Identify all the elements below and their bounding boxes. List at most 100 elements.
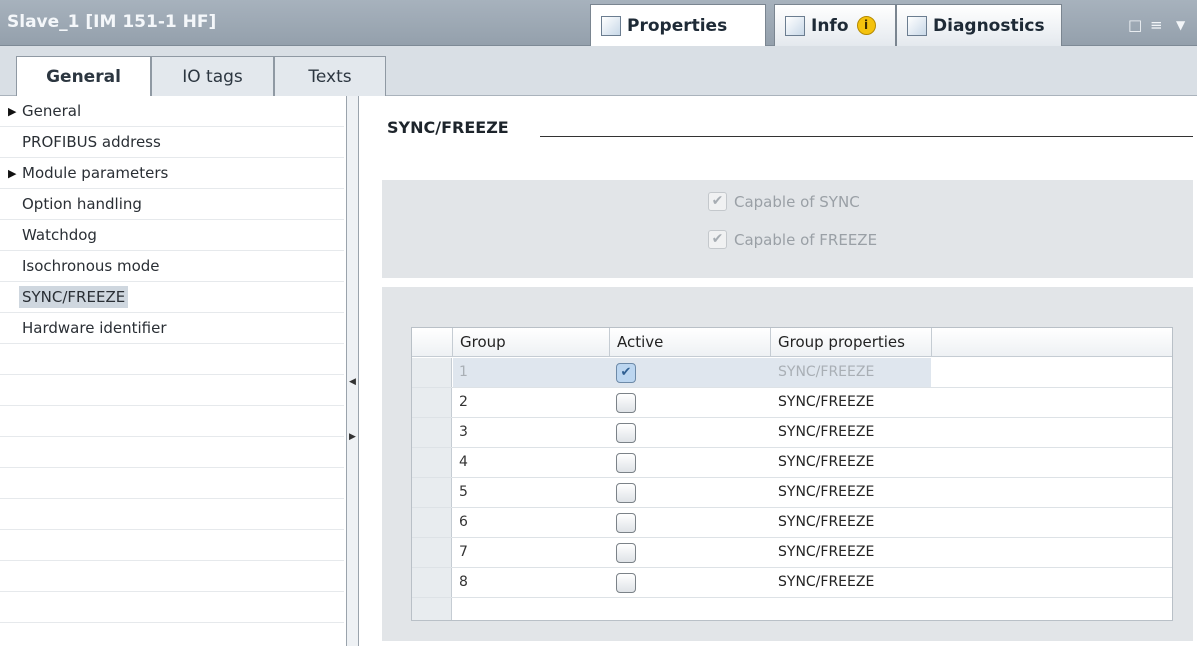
info-icon	[785, 15, 805, 36]
row-header[interactable]	[412, 568, 452, 597]
row-header[interactable]	[412, 418, 452, 447]
row-header[interactable]	[412, 598, 452, 620]
nav-item-isochronous-mode[interactable]: Isochronous mode	[0, 251, 344, 282]
cell-group-properties: SYNC/FREEZE	[778, 454, 875, 470]
column-header-active[interactable]: Active	[610, 328, 771, 357]
nav-empty-row	[0, 561, 344, 592]
expand-icon[interactable]: ▶	[8, 167, 22, 180]
cell-group: 8	[459, 574, 468, 590]
nav-item-sync-freeze[interactable]: SYNC/FREEZE	[0, 282, 344, 313]
table-row[interactable]: 8 SYNC/FREEZE	[412, 568, 1172, 598]
menu-icon[interactable]: ≡	[1150, 16, 1163, 34]
properties-icon	[601, 15, 621, 36]
expand-icon[interactable]: ▶	[8, 105, 22, 118]
table-row[interactable]: 6 SYNC/FREEZE	[412, 508, 1172, 538]
section-title: SYNC/FREEZE	[387, 118, 509, 137]
window-title: Slave_1 [IM 151-1 HF]	[7, 12, 217, 32]
row-header[interactable]	[412, 448, 452, 477]
nav-item-general[interactable]: ▶ General	[0, 96, 344, 127]
tab-diagnostics[interactable]: Diagnostics	[896, 4, 1062, 46]
nav-item-label: General	[22, 102, 82, 120]
table-row[interactable]: 7 SYNC/FREEZE	[412, 538, 1172, 568]
table-row[interactable]: 5 SYNC/FREEZE	[412, 478, 1172, 508]
active-checkbox[interactable]	[616, 393, 636, 413]
tab-properties-label: Properties	[627, 15, 728, 36]
table-row[interactable]: 4 SYNC/FREEZE	[412, 448, 1172, 478]
cell-group: 4	[459, 454, 468, 470]
cell-group-properties: SYNC/FREEZE	[778, 544, 875, 560]
nav-empty-row	[0, 406, 344, 437]
table-row[interactable]: 1 ✔ SYNC/FREEZE	[412, 358, 1172, 388]
active-checkbox[interactable]	[616, 483, 636, 503]
row-header[interactable]	[412, 478, 452, 507]
table-row[interactable]: 2 SYNC/FREEZE	[412, 388, 1172, 418]
row-header[interactable]	[412, 388, 452, 417]
table-row[interactable]: 3 SYNC/FREEZE	[412, 418, 1172, 448]
dropdown-icon[interactable]: ▼	[1176, 18, 1185, 32]
column-header-empty	[932, 328, 1172, 357]
capable-freeze-option: ✔ Capable of FREEZE	[708, 230, 877, 249]
capable-freeze-checkbox: ✔	[708, 230, 727, 249]
tab-diagnostics-label: Diagnostics	[933, 15, 1045, 36]
collapse-left-icon[interactable]: ◀	[349, 377, 356, 387]
nav-item-label: Module parameters	[22, 164, 169, 182]
nav-empty-row	[0, 499, 344, 530]
property-tab-bar: General IO tags Texts	[0, 46, 1197, 97]
nav-item-hardware-identifier[interactable]: Hardware identifier	[0, 313, 344, 344]
sidebar-nav: ▶ General PROFIBUS address ▶ Module para…	[0, 96, 352, 646]
cell-group: 7	[459, 544, 468, 560]
capable-freeze-label: Capable of FREEZE	[734, 230, 878, 249]
nav-item-profibus-address[interactable]: PROFIBUS address	[0, 127, 344, 158]
nav-item-label: Option handling	[22, 195, 142, 213]
cell-group: 2	[459, 394, 468, 410]
active-checkbox[interactable]	[616, 453, 636, 473]
column-header-group[interactable]: Group	[453, 328, 610, 357]
expand-right-icon[interactable]: ▶	[349, 432, 356, 442]
nav-empty-row	[0, 437, 344, 468]
active-checkbox[interactable]	[616, 573, 636, 593]
info-badge-icon: i	[856, 16, 876, 35]
tab-info[interactable]: Info i	[774, 4, 896, 46]
title-bar: Slave_1 [IM 151-1 HF] Properties Info i …	[0, 0, 1197, 46]
diagnostics-icon	[907, 15, 927, 36]
tab-io-tags-label: IO tags	[182, 66, 243, 87]
nav-item-label: PROFIBUS address	[22, 133, 161, 151]
restore-icon[interactable]: □	[1128, 16, 1142, 34]
nav-item-option-handling[interactable]: Option handling	[0, 189, 344, 220]
nav-item-module-parameters[interactable]: ▶ Module parameters	[0, 158, 344, 189]
nav-item-label: Watchdog	[22, 226, 97, 244]
nav-item-label: Hardware identifier	[22, 319, 167, 337]
nav-empty-row	[0, 375, 344, 406]
column-header-group-properties[interactable]: Group properties	[771, 328, 932, 357]
tab-general-label: General	[46, 67, 121, 87]
nav-item-watchdog[interactable]: Watchdog	[0, 220, 344, 251]
tab-properties[interactable]: Properties	[590, 4, 766, 46]
cell-group-properties: SYNC/FREEZE	[778, 394, 875, 410]
tab-io-tags[interactable]: IO tags	[151, 56, 274, 96]
tab-texts-label: Texts	[308, 66, 352, 87]
cell-group-properties: SYNC/FREEZE	[778, 364, 875, 380]
sync-freeze-groups-table: Group Active Group properties 1 ✔ SYNC/F…	[411, 327, 1173, 621]
nav-empty-row	[0, 530, 344, 561]
nav-empty-row	[0, 468, 344, 499]
tab-texts[interactable]: Texts	[274, 56, 386, 96]
cell-group: 3	[459, 424, 468, 440]
cell-group: 5	[459, 484, 468, 500]
row-header[interactable]	[412, 508, 452, 537]
cell-group-properties: SYNC/FREEZE	[778, 424, 875, 440]
active-checkbox[interactable]	[616, 513, 636, 533]
nav-empty-row	[0, 344, 344, 375]
row-header[interactable]	[412, 538, 452, 567]
row-header[interactable]	[412, 358, 452, 387]
section-divider	[540, 136, 1193, 137]
cell-group: 1	[459, 364, 468, 380]
active-checkbox[interactable]	[616, 543, 636, 563]
capable-sync-option: ✔ Capable of SYNC	[708, 192, 860, 211]
active-checkbox[interactable]	[616, 423, 636, 443]
tab-general[interactable]: General	[16, 56, 151, 97]
table-row-empty[interactable]	[412, 598, 1172, 620]
nav-item-label: Isochronous mode	[22, 257, 160, 275]
cell-group-properties: SYNC/FREEZE	[778, 574, 875, 590]
panel-splitter[interactable]	[346, 96, 359, 646]
active-checkbox[interactable]: ✔	[616, 363, 636, 383]
